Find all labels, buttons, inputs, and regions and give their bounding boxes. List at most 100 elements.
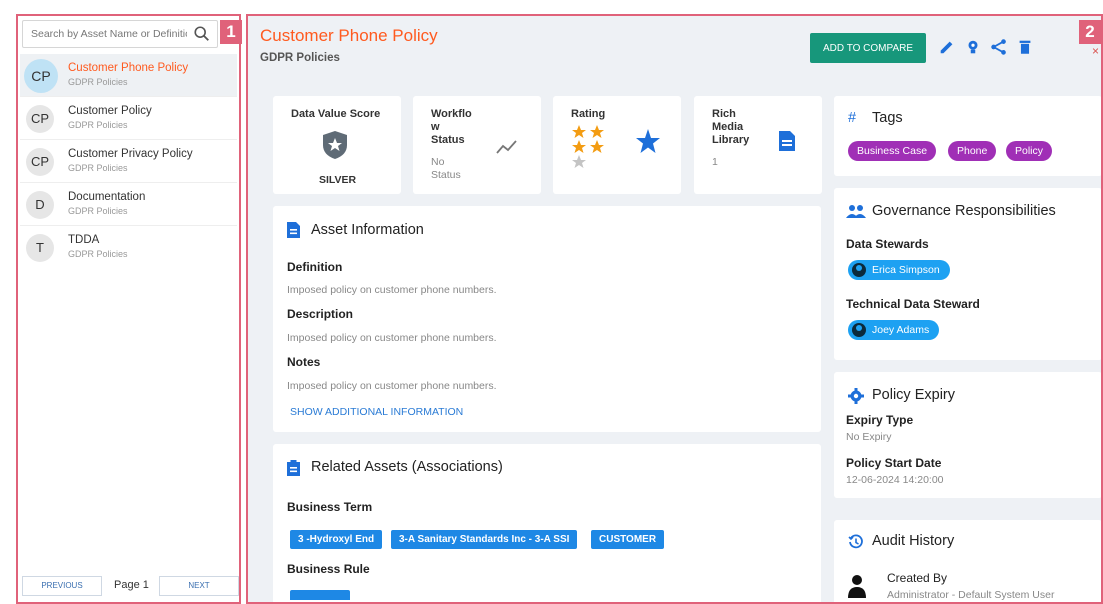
people-icon: [846, 205, 866, 218]
expiry-type-label: Expiry Type: [846, 413, 914, 427]
list-item[interactable]: CP Customer Privacy Policy GDPR Policies: [20, 140, 237, 183]
search-input[interactable]: [23, 21, 187, 47]
created-by-label: Created By: [887, 571, 948, 585]
dvs-title: Data Value Score: [291, 108, 381, 120]
tags-card: # Tags Business Case Phone Policy: [834, 96, 1101, 176]
avatar: [852, 323, 866, 337]
rating-card: Rating: [553, 96, 681, 194]
share-icon[interactable]: [990, 38, 1008, 56]
related-assets-heading: Related Assets (Associations): [311, 459, 503, 475]
asset-detail-panel: Customer Phone Policy GDPR Policies ADD …: [246, 14, 1103, 604]
user-icon: [848, 575, 866, 598]
workflow-title-line3: Status: [431, 134, 465, 146]
edit-icon[interactable]: [938, 38, 956, 56]
technical-steward-chip[interactable]: Joey Adams: [848, 320, 940, 340]
asset-list-panel: 1 CP Customer Phone Policy GDPR Policies…: [16, 14, 242, 604]
asset-category: GDPR Policies: [68, 77, 128, 87]
business-term-chip[interactable]: 3-A Sanitary Standards Inc - 3-A SSI: [391, 530, 578, 549]
avatar: CP: [24, 59, 58, 93]
rich-title-line1: Rich: [712, 108, 736, 120]
workflow-title-line2: w: [431, 121, 440, 133]
tag-chip[interactable]: Policy: [1006, 141, 1053, 161]
page-title: Customer Phone Policy: [260, 26, 438, 45]
shield-star-icon: [323, 131, 347, 159]
related-assets-card: Related Assets (Associations) Business T…: [273, 444, 821, 602]
audit-history-heading: Audit History: [872, 533, 955, 549]
definition-value: Imposed policy on customer phone numbers…: [287, 284, 497, 296]
document-icon: [287, 222, 300, 238]
list-item[interactable]: T TDDA GDPR Policies: [20, 226, 237, 269]
tag-chip[interactable]: Phone: [948, 141, 997, 161]
star-rating: [572, 125, 604, 168]
workflow-value-line2: Status: [431, 169, 461, 181]
close-icon[interactable]: ×: [1092, 44, 1099, 58]
search-icon[interactable]: [193, 25, 211, 43]
business-term-chip[interactable]: 3 -Hydroxyl End: [290, 530, 383, 549]
avatar: CP: [26, 105, 54, 133]
hash-icon: #: [848, 110, 857, 126]
asset-name: Customer Privacy Policy: [68, 148, 193, 160]
star-icon: [636, 129, 660, 153]
policy-expiry-heading: Policy Expiry: [872, 387, 955, 403]
page-indicator: Page 1: [114, 579, 149, 591]
asset-name: TDDA: [68, 234, 100, 246]
add-to-compare-button[interactable]: ADD TO COMPARE: [810, 33, 926, 63]
list-item[interactable]: D Documentation GDPR Policies: [20, 183, 237, 226]
list-item[interactable]: CP Customer Policy GDPR Policies: [20, 97, 237, 140]
asset-category: GDPR Policies: [68, 206, 128, 216]
asset-name: Customer Phone Policy: [68, 62, 189, 74]
clipboard-icon: [287, 460, 300, 476]
asset-information-heading: Asset Information: [311, 222, 424, 238]
business-term-label: Business Term: [287, 500, 373, 514]
governance-heading: Governance Responsibilities: [872, 203, 1056, 219]
business-rule-label: Business Rule: [287, 562, 370, 576]
avatar: CP: [26, 148, 54, 176]
technical-steward-label: Technical Data Steward: [846, 297, 980, 311]
rating-title: Rating: [571, 108, 606, 120]
region-badge-1: 1: [220, 20, 242, 44]
asset-name: Customer Policy: [68, 105, 152, 117]
technical-steward-name: Joey Adams: [872, 324, 930, 336]
business-term-chip[interactable]: CUSTOMER: [591, 530, 665, 549]
avatar: D: [26, 191, 54, 219]
asset-category: GDPR Policies: [68, 120, 128, 130]
policy-start-label: Policy Start Date: [846, 456, 942, 470]
dvs-value: SILVER: [319, 174, 357, 186]
workflow-status-card: Workflo w Status No Status: [413, 96, 541, 194]
asset-list: CP Customer Phone Policy GDPR Policies C…: [20, 54, 237, 269]
data-value-score-card: Data Value Score SILVER: [273, 96, 401, 194]
description-value: Imposed policy on customer phone numbers…: [287, 332, 497, 344]
description-label: Description: [287, 307, 354, 321]
policy-start-value: 12-06-2024 14:20:00: [846, 474, 944, 486]
history-icon: [848, 534, 863, 549]
page-subtitle: GDPR Policies: [260, 52, 340, 64]
rich-value: 1: [712, 156, 718, 168]
asset-category: GDPR Policies: [68, 249, 128, 259]
tag-chip[interactable]: Business Case: [848, 141, 937, 161]
lightbulb-icon[interactable]: [964, 38, 982, 56]
document-icon: [779, 131, 795, 151]
delete-icon[interactable]: [1016, 38, 1034, 56]
pagination: PREVIOUS Page 1 NEXT: [22, 576, 239, 596]
asset-information-card: Asset Information Definition Imposed pol…: [273, 206, 821, 432]
rich-title-line3: Library: [712, 134, 750, 146]
asset-name: Documentation: [68, 191, 146, 203]
previous-button[interactable]: PREVIOUS: [22, 576, 102, 596]
avatar: T: [26, 234, 54, 262]
next-button[interactable]: NEXT: [159, 576, 239, 596]
gear-icon: [848, 388, 864, 404]
search-box: [22, 20, 218, 48]
notes-value: Imposed policy on customer phone numbers…: [287, 380, 497, 392]
data-steward-chip[interactable]: Erica Simpson: [848, 260, 950, 280]
tags-heading: Tags: [872, 110, 903, 126]
definition-label: Definition: [287, 260, 343, 274]
list-item[interactable]: CP Customer Phone Policy GDPR Policies: [20, 54, 237, 97]
data-steward-name: Erica Simpson: [872, 264, 940, 276]
audit-history-card: Audit History Created By Administrator -…: [834, 520, 1101, 602]
workflow-title-line1: Workflo: [431, 108, 472, 120]
rich-media-library-card[interactable]: Rich Media Library 1: [694, 96, 822, 194]
business-rule-chip[interactable]: [290, 590, 350, 600]
region-badge-2: 2: [1079, 20, 1101, 44]
avatar: [852, 263, 866, 277]
show-additional-information-link[interactable]: SHOW ADDITIONAL INFORMATION: [290, 406, 463, 418]
